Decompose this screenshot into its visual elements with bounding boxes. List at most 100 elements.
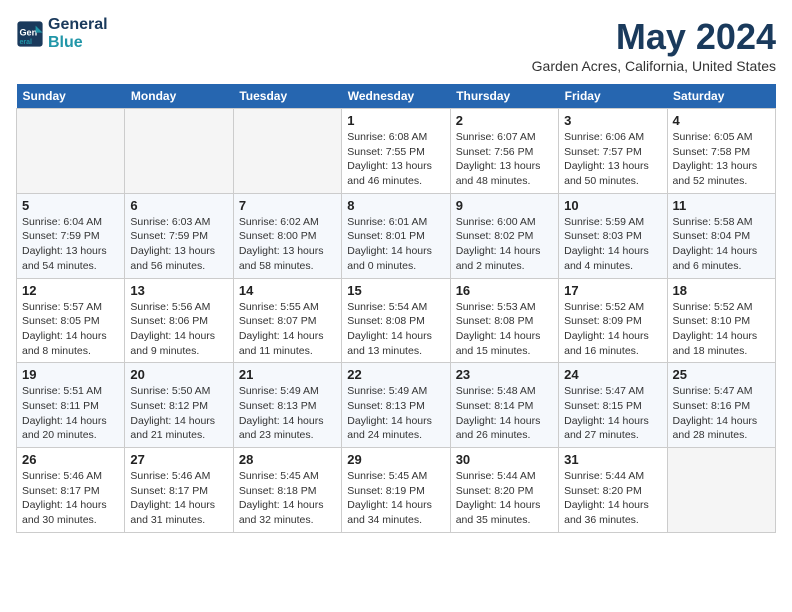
day-number: 11 (673, 198, 770, 213)
weekday-header: Saturday (667, 84, 775, 109)
calendar-week-row: 19Sunrise: 5:51 AM Sunset: 8:11 PM Dayli… (17, 363, 776, 448)
weekday-header: Wednesday (342, 84, 450, 109)
weekday-header: Thursday (450, 84, 558, 109)
day-number: 9 (456, 198, 553, 213)
day-info: Sunrise: 5:52 AM Sunset: 8:10 PM Dayligh… (673, 300, 770, 359)
day-number: 3 (564, 113, 661, 128)
day-info: Sunrise: 5:46 AM Sunset: 8:17 PM Dayligh… (130, 469, 227, 528)
day-number: 15 (347, 283, 444, 298)
calendar-day-cell: 11 Sunrise: 5:58 AM Sunset: 8:04 PM Dayli… (667, 193, 775, 278)
day-info: Sunrise: 5:53 AM Sunset: 8:08 PM Dayligh… (456, 300, 553, 359)
day-number: 25 (673, 367, 770, 382)
calendar-day-cell: 14 Sunrise: 5:55 AM Sunset: 8:07 PM Dayli… (233, 278, 341, 363)
logo-line1: General (48, 16, 108, 34)
day-info: Sunrise: 5:59 AM Sunset: 8:03 PM Dayligh… (564, 215, 661, 274)
day-info: Sunrise: 5:51 AM Sunset: 8:11 PM Dayligh… (22, 384, 119, 443)
day-info: Sunrise: 6:01 AM Sunset: 8:01 PM Dayligh… (347, 215, 444, 274)
calendar-week-row: 26 Sunrise: 5:46 AM Sunset: 8:17 PM Dayli… (17, 448, 776, 533)
day-info: Sunrise: 5:54 AM Sunset: 8:08 PM Dayligh… (347, 300, 444, 359)
day-info: Sunrise: 6:00 AM Sunset: 8:02 PM Dayligh… (456, 215, 553, 274)
weekday-header: Sunday (17, 84, 125, 109)
day-info: Sunrise: 5:56 AM Sunset: 8:06 PM Dayligh… (130, 300, 227, 359)
day-info: Sunrise: 5:50 AM Sunset: 8:12 PM Dayligh… (130, 384, 227, 443)
day-number: 5 (22, 198, 119, 213)
day-info: Sunrise: 5:44 AM Sunset: 8:20 PM Dayligh… (456, 469, 553, 528)
calendar-day-cell: 17Sunrise: 5:52 AM Sunset: 8:09 PM Dayli… (559, 278, 667, 363)
day-number: 8 (347, 198, 444, 213)
day-info: Sunrise: 5:45 AM Sunset: 8:18 PM Dayligh… (239, 469, 336, 528)
calendar-day-cell: 31 Sunrise: 5:44 AM Sunset: 8:20 PM Dayli… (559, 448, 667, 533)
calendar-day-cell (667, 448, 775, 533)
day-number: 10 (564, 198, 661, 213)
logo: Gen eral General Blue (16, 16, 108, 52)
calendar-day-cell: 15 Sunrise: 5:54 AM Sunset: 8:08 PM Dayli… (342, 278, 450, 363)
day-number: 4 (673, 113, 770, 128)
calendar-week-row: 5Sunrise: 6:04 AM Sunset: 7:59 PM Daylig… (17, 193, 776, 278)
calendar-day-cell: 8 Sunrise: 6:01 AM Sunset: 8:01 PM Daylig… (342, 193, 450, 278)
day-number: 18 (673, 283, 770, 298)
day-number: 14 (239, 283, 336, 298)
page-header: Gen eral General Blue May 2024 Garden Ac… (16, 16, 776, 74)
calendar-day-cell: 19Sunrise: 5:51 AM Sunset: 8:11 PM Dayli… (17, 363, 125, 448)
day-number: 28 (239, 452, 336, 467)
day-info: Sunrise: 5:49 AM Sunset: 8:13 PM Dayligh… (347, 384, 444, 443)
calendar-day-cell (233, 109, 341, 194)
day-info: Sunrise: 6:08 AM Sunset: 7:55 PM Dayligh… (347, 130, 444, 189)
day-info: Sunrise: 6:06 AM Sunset: 7:57 PM Dayligh… (564, 130, 661, 189)
calendar-day-cell: 7 Sunrise: 6:02 AM Sunset: 8:00 PM Daylig… (233, 193, 341, 278)
calendar-day-cell: 13 Sunrise: 5:56 AM Sunset: 8:06 PM Dayli… (125, 278, 233, 363)
calendar-week-row: 1Sunrise: 6:08 AM Sunset: 7:55 PM Daylig… (17, 109, 776, 194)
day-info: Sunrise: 5:58 AM Sunset: 8:04 PM Dayligh… (673, 215, 770, 274)
calendar-day-cell: 26 Sunrise: 5:46 AM Sunset: 8:17 PM Dayli… (17, 448, 125, 533)
day-number: 20 (130, 367, 227, 382)
day-info: Sunrise: 5:55 AM Sunset: 8:07 PM Dayligh… (239, 300, 336, 359)
day-number: 12 (22, 283, 119, 298)
calendar-day-cell: 9 Sunrise: 6:00 AM Sunset: 8:02 PM Daylig… (450, 193, 558, 278)
day-info: Sunrise: 5:47 AM Sunset: 8:16 PM Dayligh… (673, 384, 770, 443)
weekday-header: Friday (559, 84, 667, 109)
day-info: Sunrise: 5:45 AM Sunset: 8:19 PM Dayligh… (347, 469, 444, 528)
day-number: 29 (347, 452, 444, 467)
weekday-header: Tuesday (233, 84, 341, 109)
calendar-day-cell: 3 Sunrise: 6:06 AM Sunset: 7:57 PM Daylig… (559, 109, 667, 194)
calendar-body: 1Sunrise: 6:08 AM Sunset: 7:55 PM Daylig… (17, 109, 776, 533)
day-number: 22 (347, 367, 444, 382)
month-title: May 2024 (532, 16, 776, 58)
day-number: 26 (22, 452, 119, 467)
calendar-day-cell: 28 Sunrise: 5:45 AM Sunset: 8:18 PM Dayli… (233, 448, 341, 533)
calendar-day-cell (17, 109, 125, 194)
calendar-day-cell: 23 Sunrise: 5:48 AM Sunset: 8:14 PM Dayli… (450, 363, 558, 448)
day-info: Sunrise: 6:07 AM Sunset: 7:56 PM Dayligh… (456, 130, 553, 189)
day-number: 13 (130, 283, 227, 298)
day-number: 30 (456, 452, 553, 467)
day-number: 17 (564, 283, 661, 298)
calendar-day-cell: 6 Sunrise: 6:03 AM Sunset: 7:59 PM Daylig… (125, 193, 233, 278)
calendar-day-cell: 16Sunrise: 5:53 AM Sunset: 8:08 PM Dayli… (450, 278, 558, 363)
day-number: 7 (239, 198, 336, 213)
day-info: Sunrise: 6:03 AM Sunset: 7:59 PM Dayligh… (130, 215, 227, 274)
day-info: Sunrise: 5:44 AM Sunset: 8:20 PM Dayligh… (564, 469, 661, 528)
day-number: 27 (130, 452, 227, 467)
calendar-day-cell: 30 Sunrise: 5:44 AM Sunset: 8:20 PM Dayli… (450, 448, 558, 533)
calendar-day-cell: 21Sunrise: 5:49 AM Sunset: 8:13 PM Dayli… (233, 363, 341, 448)
calendar-day-cell: 22 Sunrise: 5:49 AM Sunset: 8:13 PM Dayli… (342, 363, 450, 448)
calendar-day-cell: 2Sunrise: 6:07 AM Sunset: 7:56 PM Daylig… (450, 109, 558, 194)
svg-text:Gen: Gen (20, 27, 38, 37)
calendar-day-cell: 18 Sunrise: 5:52 AM Sunset: 8:10 PM Dayli… (667, 278, 775, 363)
day-info: Sunrise: 5:46 AM Sunset: 8:17 PM Dayligh… (22, 469, 119, 528)
calendar-day-cell: 5Sunrise: 6:04 AM Sunset: 7:59 PM Daylig… (17, 193, 125, 278)
day-number: 31 (564, 452, 661, 467)
calendar-day-cell: 12Sunrise: 5:57 AM Sunset: 8:05 PM Dayli… (17, 278, 125, 363)
day-info: Sunrise: 5:48 AM Sunset: 8:14 PM Dayligh… (456, 384, 553, 443)
calendar-day-cell: 20 Sunrise: 5:50 AM Sunset: 8:12 PM Dayli… (125, 363, 233, 448)
day-number: 23 (456, 367, 553, 382)
day-info: Sunrise: 6:02 AM Sunset: 8:00 PM Dayligh… (239, 215, 336, 274)
logo-icon: Gen eral (16, 20, 44, 48)
calendar-day-cell: 25 Sunrise: 5:47 AM Sunset: 8:16 PM Dayli… (667, 363, 775, 448)
calendar-week-row: 12Sunrise: 5:57 AM Sunset: 8:05 PM Dayli… (17, 278, 776, 363)
calendar-day-cell: 24Sunrise: 5:47 AM Sunset: 8:15 PM Dayli… (559, 363, 667, 448)
calendar-header-row: SundayMondayTuesdayWednesdayThursdayFrid… (17, 84, 776, 109)
day-number: 6 (130, 198, 227, 213)
calendar-day-cell: 29 Sunrise: 5:45 AM Sunset: 8:19 PM Dayli… (342, 448, 450, 533)
calendar-day-cell: 1Sunrise: 6:08 AM Sunset: 7:55 PM Daylig… (342, 109, 450, 194)
